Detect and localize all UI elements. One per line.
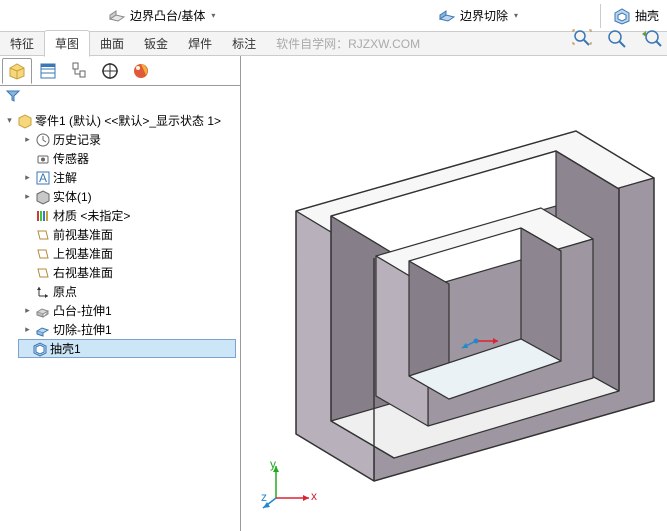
- tab-sheetmetal[interactable]: 钣金: [134, 31, 178, 56]
- tab-sheetmetal-label: 钣金: [144, 37, 168, 51]
- tree-node-cut1[interactable]: ▸ 切除-拉伸1: [18, 320, 236, 339]
- top-toolbar: 边界凸台/基体 ▾ 边界切除 ▾ 抽壳: [0, 0, 667, 32]
- boundary-boss-label: 边界凸台/基体: [130, 7, 205, 24]
- expand-icon[interactable]: ▸: [22, 305, 33, 316]
- tab-weldment[interactable]: 焊件: [178, 31, 222, 56]
- tree-node-front-plane[interactable]: 前视基准面: [18, 225, 236, 244]
- tree-label: 历史记录: [53, 131, 101, 148]
- panel-tab-strip: [0, 56, 240, 86]
- tab-sketch-label: 草图: [55, 37, 79, 51]
- tree-node-extrude1[interactable]: ▸ 凸台-拉伸1: [18, 301, 236, 320]
- axis-z-label: z: [261, 490, 267, 504]
- coordinate-triad: y x z: [261, 458, 321, 516]
- tree-node-origin[interactable]: 原点: [18, 282, 236, 301]
- expand-icon[interactable]: ▸: [22, 134, 33, 145]
- material-icon: [35, 208, 51, 224]
- cut-icon: [35, 322, 51, 338]
- plane-icon: [35, 265, 51, 281]
- plane-icon: [35, 246, 51, 262]
- annotations-icon: A: [35, 170, 51, 186]
- solid-icon: [35, 189, 51, 205]
- shell-icon: [32, 341, 48, 357]
- feature-manager-panel: ▾ 零件1 (默认) <<默认>_显示状态 1> ▸ 历史记录: [0, 56, 241, 531]
- tree-root-label: 零件1 (默认) <<默认>_显示状态 1>: [35, 112, 221, 129]
- shell-icon: [613, 7, 631, 25]
- expand-icon[interactable]: ▸: [22, 172, 33, 183]
- tree-label: 传感器: [53, 150, 89, 167]
- tree-label: 前视基准面: [53, 226, 113, 243]
- dropdown-arrow-icon: ▾: [211, 11, 215, 20]
- shell-button[interactable]: 抽壳: [605, 5, 667, 27]
- tree-node-shell1[interactable]: 抽壳1: [18, 339, 236, 358]
- boundary-cut-icon: [438, 7, 456, 25]
- tree-label: 上视基准面: [53, 245, 113, 262]
- filter-icon[interactable]: [6, 92, 20, 106]
- feature-tree[interactable]: ▾ 零件1 (默认) <<默认>_显示状态 1> ▸ 历史记录: [0, 109, 240, 531]
- view-tools: [569, 26, 665, 50]
- tree-label: 凸台-拉伸1: [53, 302, 112, 319]
- tree-node-history[interactable]: ▸ 历史记录: [18, 130, 236, 149]
- tree-label: 切除-拉伸1: [53, 321, 112, 338]
- tab-annotation[interactable]: 标注: [222, 31, 266, 56]
- orientation-triad[interactable]: [456, 326, 506, 359]
- expand-icon[interactable]: ▸: [22, 324, 33, 335]
- history-icon: [35, 132, 51, 148]
- boundary-cut-button[interactable]: 边界切除 ▾: [430, 5, 526, 27]
- boundary-cut-label: 边界切除: [460, 7, 508, 24]
- panel-tab-dimxpert[interactable]: [95, 58, 125, 84]
- tree-node-sensors[interactable]: 传感器: [18, 149, 236, 168]
- tab-weldment-label: 焊件: [188, 37, 212, 51]
- panel-tab-display[interactable]: [126, 58, 156, 84]
- tree-node-annotations[interactable]: ▸ A 注解: [18, 168, 236, 187]
- extrude-icon: [35, 303, 51, 319]
- part-icon: [17, 113, 33, 129]
- tab-surface-label: 曲面: [100, 37, 124, 51]
- dropdown-arrow-icon: ▾: [514, 11, 518, 20]
- zoom-fit-button[interactable]: [569, 26, 597, 50]
- boundary-boss-icon: [108, 7, 126, 25]
- tree-node-solid[interactable]: ▸ 实体(1): [18, 187, 236, 206]
- origin-icon: [35, 284, 51, 300]
- axis-x-label: x: [311, 489, 317, 503]
- tab-feature-label: 特征: [10, 37, 34, 51]
- tree-node-right-plane[interactable]: 右视基准面: [18, 263, 236, 282]
- tree-label: 抽壳1: [50, 340, 81, 357]
- tree-label: 右视基准面: [53, 264, 113, 281]
- tab-sketch[interactable]: 草图: [44, 30, 90, 57]
- graphics-viewport[interactable]: y x z: [241, 56, 667, 531]
- plane-icon: [35, 227, 51, 243]
- tree-label: 注解: [53, 169, 77, 186]
- tree-label: 原点: [53, 283, 77, 300]
- panel-tab-config[interactable]: [64, 58, 94, 84]
- tree-node-top-plane[interactable]: 上视基准面: [18, 244, 236, 263]
- boundary-boss-button[interactable]: 边界凸台/基体 ▾: [100, 5, 223, 27]
- prev-view-button[interactable]: [637, 26, 665, 50]
- tree-label: 实体(1): [53, 188, 92, 205]
- panel-tab-property[interactable]: [33, 58, 63, 84]
- tab-feature[interactable]: 特征: [0, 31, 44, 56]
- collapse-icon[interactable]: ▾: [4, 115, 15, 126]
- command-tab-strip: 特征 草图 曲面 钣金 焊件 标注 软件自学网：RJZXW.COM: [0, 32, 667, 56]
- axis-y-label: y: [270, 458, 276, 471]
- main-area: ▾ 零件1 (默认) <<默认>_显示状态 1> ▸ 历史记录: [0, 56, 667, 531]
- tree-filter-row: [0, 86, 240, 109]
- svg-text:A: A: [39, 171, 47, 185]
- tree-node-material[interactable]: 材质 <未指定>: [18, 206, 236, 225]
- tree-root-node[interactable]: ▾ 零件1 (默认) <<默认>_显示状态 1>: [4, 111, 236, 130]
- sensors-icon: [35, 151, 51, 167]
- separator: [600, 4, 601, 28]
- tree-label: 材质 <未指定>: [53, 207, 130, 224]
- panel-tab-feature-tree[interactable]: [2, 58, 32, 84]
- tab-surface[interactable]: 曲面: [90, 31, 134, 56]
- watermark-text: 软件自学网：RJZXW.COM: [276, 35, 420, 52]
- tab-annotation-label: 标注: [232, 37, 256, 51]
- zoom-area-button[interactable]: [603, 26, 631, 50]
- expand-icon[interactable]: ▸: [22, 191, 33, 202]
- shell-label: 抽壳: [635, 7, 659, 24]
